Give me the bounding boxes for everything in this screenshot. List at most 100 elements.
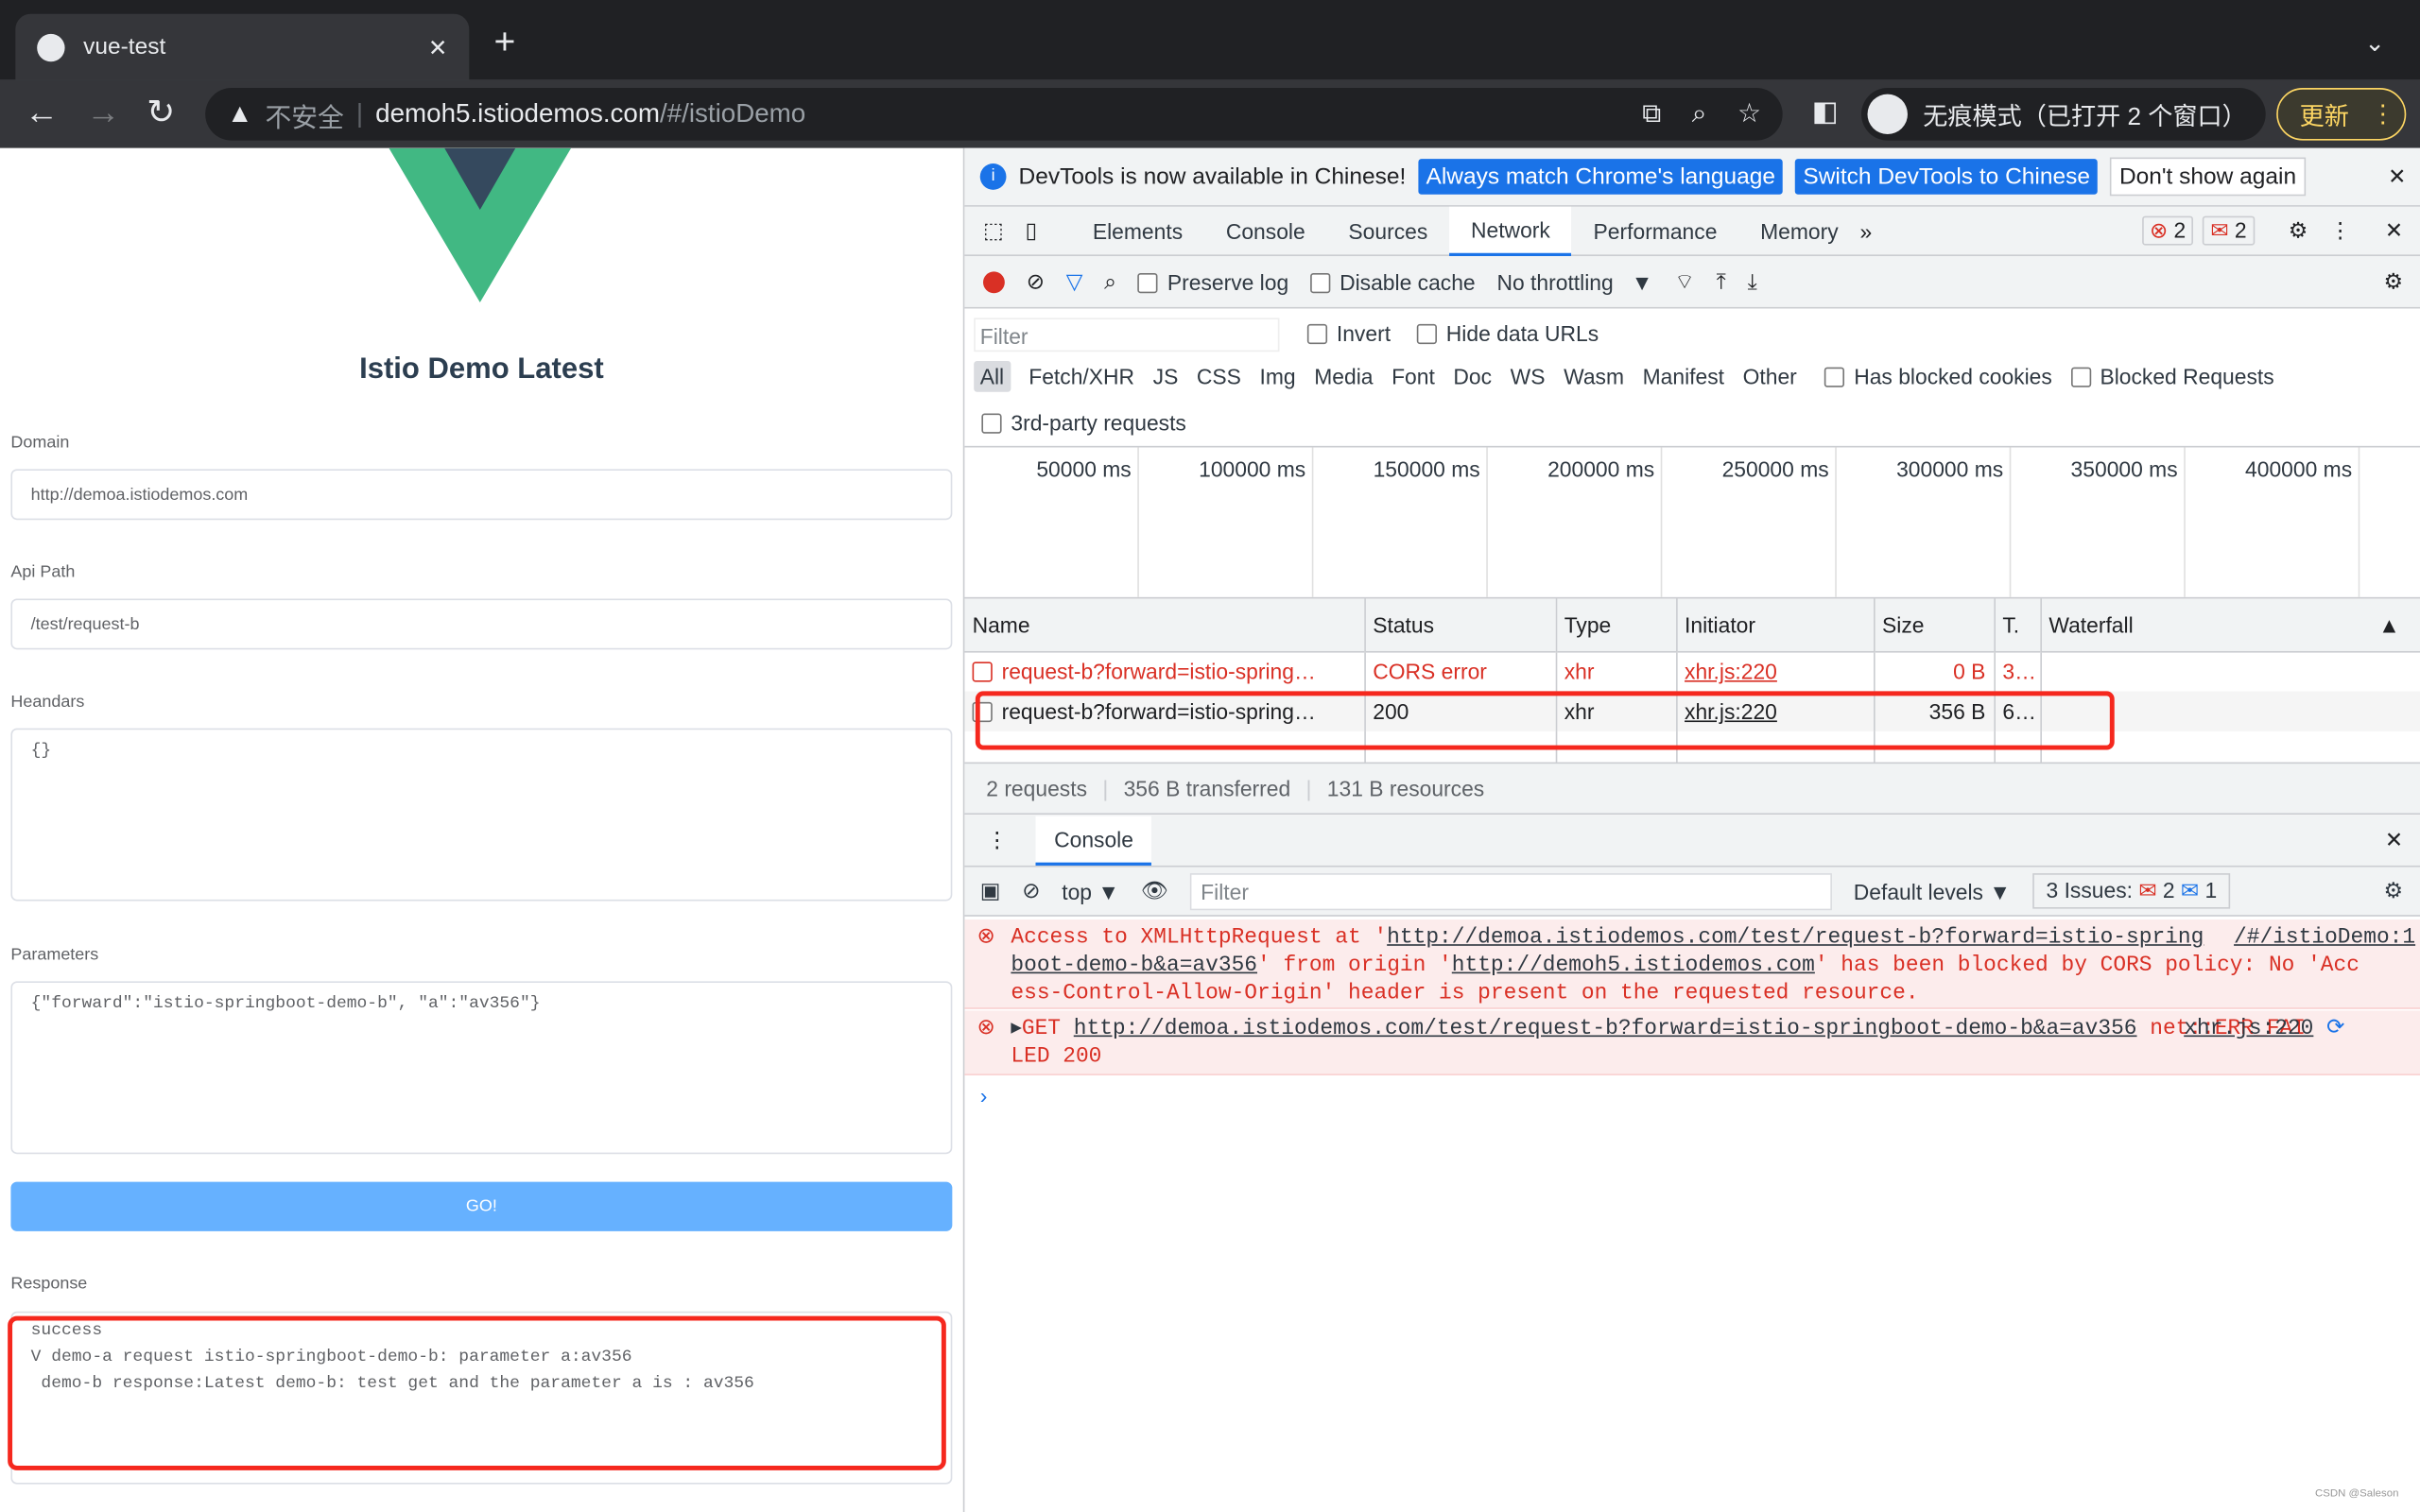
address-bar[interactable]: ▲ 不安全 | demoh5.istiodemos.com /#/istioDe… (205, 88, 1783, 141)
origin-link[interactable]: http://demoh5.istiodemos.com (1452, 954, 1815, 978)
clear-console-icon[interactable]: ⊘ (1022, 878, 1040, 904)
drawer-tab-console[interactable]: Console (1035, 815, 1152, 866)
invert-checkbox[interactable]: Invert (1306, 321, 1391, 346)
type-ws[interactable]: WS (1511, 364, 1546, 388)
column-name[interactable]: Name (964, 598, 1366, 651)
timeline-tick: 50000 ms (964, 447, 1139, 597)
forward-icon[interactable]: → (86, 93, 120, 132)
close-tab-icon[interactable]: ✕ (428, 33, 448, 61)
star-icon[interactable]: ☆ (1737, 98, 1761, 129)
new-tab-icon[interactable]: + (493, 22, 515, 65)
type-doc[interactable]: Doc (1453, 364, 1492, 388)
translate-icon[interactable]: ⧉ (1642, 98, 1661, 129)
more-icon: ⋮ (2370, 101, 2395, 129)
context-select[interactable]: top ▼ (1062, 879, 1119, 903)
close-banner-icon[interactable]: ✕ (2388, 163, 2406, 190)
type-all[interactable]: All (974, 361, 1011, 392)
issue-count[interactable]: ✉ 2 (2203, 215, 2255, 246)
dont-show-button[interactable]: Don't show again (2110, 157, 2306, 197)
device-icon[interactable]: ▯ (1025, 217, 1037, 244)
domain-input[interactable]: http://demoa.istiodemos.com (10, 469, 953, 521)
network-settings-icon[interactable]: ⚙ (2384, 268, 2404, 295)
tab-network[interactable]: Network (1449, 205, 1572, 256)
type-css[interactable]: CSS (1197, 364, 1241, 388)
issues-button[interactable]: 3 Issues: ✉ 2 ✉ 1 (2031, 873, 2231, 909)
preserve-log-checkbox[interactable]: Preserve log (1137, 269, 1288, 294)
tab-memory[interactable]: Memory (1738, 218, 1859, 243)
headers-textarea[interactable]: {} (10, 728, 953, 902)
tab-console[interactable]: Console (1204, 218, 1327, 243)
console-filter-input[interactable]: Filter (1189, 872, 1832, 910)
type-js[interactable]: JS (1153, 364, 1179, 388)
error-count[interactable]: ⊗ 2 (2141, 215, 2194, 246)
type-img[interactable]: Img (1260, 364, 1296, 388)
blocked-requests-checkbox[interactable]: Blocked Requests (2070, 364, 2274, 388)
expand-arrow-icon[interactable]: ▸ (1011, 1017, 1021, 1041)
disable-cache-checkbox[interactable]: Disable cache (1310, 269, 1476, 294)
throttling-select[interactable]: No throttling ▼ (1496, 269, 1652, 294)
type-media[interactable]: Media (1314, 364, 1373, 388)
update-button[interactable]: 更新 ⋮ (2276, 88, 2407, 141)
network-conditions-icon[interactable]: ⌔ (1674, 267, 1695, 295)
inspect-icon[interactable]: ⬚ (983, 217, 1004, 244)
drawer-menu-icon[interactable]: ⋮ (986, 827, 1008, 853)
tab-search-icon[interactable]: ⌄ (2364, 27, 2385, 59)
export-icon[interactable]: ⤓ (1748, 268, 1757, 295)
type-wasm[interactable]: Wasm (1564, 364, 1624, 388)
filter-input[interactable]: Filter (974, 318, 1280, 352)
url-host: demoh5.istiodemos.com (375, 98, 660, 129)
record-icon[interactable] (982, 270, 1005, 293)
column-size[interactable]: Size (1874, 598, 1996, 651)
column-status[interactable]: Status (1364, 598, 1557, 651)
live-expression-icon[interactable]: 👁 (1141, 878, 1168, 904)
request-url-link[interactable]: http://demoa.istiodemos.com/test/request… (1074, 1017, 2137, 1041)
type-manifest[interactable]: Manifest (1643, 364, 1724, 388)
close-devtools-icon[interactable]: ✕ (2385, 217, 2403, 244)
switch-chinese-button[interactable]: Switch DevTools to Chinese (1795, 159, 2099, 195)
tab-performance[interactable]: Performance (1572, 218, 1739, 243)
browser-tab[interactable]: vue-test ✕ (15, 13, 470, 80)
parameters-textarea[interactable]: {"forward":"istio-springboot-demo-b", "a… (10, 981, 953, 1155)
console-error-message[interactable]: ⊗ xhr.js:220 ⟳ ▸GET http://demoa.istiode… (964, 1010, 2420, 1075)
initiator-link[interactable]: xhr.js:220 (1685, 660, 1777, 684)
close-drawer-icon[interactable]: ✕ (2385, 827, 2403, 853)
settings-icon[interactable]: ⚙ (2289, 217, 2308, 244)
import-icon[interactable]: ⤒ (1717, 268, 1726, 295)
column-type[interactable]: Type (1555, 598, 1677, 651)
source-link[interactable]: xhr.js:220 ⟳ (2184, 1015, 2344, 1042)
side-panel-icon[interactable]: ◧ (1812, 95, 1839, 128)
column-waterfall[interactable]: Waterfall ▲ (2040, 598, 2420, 651)
console-prompt-icon[interactable]: › (980, 1083, 988, 1108)
api-path-input[interactable]: /test/request-b (10, 598, 953, 650)
timeline-tick: 400000 ms (2186, 447, 2360, 597)
type-fetch-xhr[interactable]: Fetch/XHR (1028, 364, 1134, 388)
third-party-checkbox[interactable]: 3rd-party requests (981, 410, 1186, 435)
incognito-label: 无痕模式（已打开 2 个窗口） (1923, 105, 2247, 131)
request-row[interactable]: request-b?forward=istio-spring… CORS err… (964, 650, 2420, 692)
source-link[interactable]: /#/istioDemo:1 (2215, 924, 2415, 952)
zoom-icon[interactable]: ⌕ (1692, 98, 1707, 129)
back-icon[interactable]: ← (25, 93, 59, 132)
go-button[interactable]: GO! (10, 1181, 953, 1231)
hide-data-urls-checkbox[interactable]: Hide data URLs (1416, 321, 1599, 346)
type-font[interactable]: Font (1392, 364, 1435, 388)
tab-elements[interactable]: Elements (1071, 218, 1204, 243)
tab-sources[interactable]: Sources (1327, 218, 1450, 243)
search-icon[interactable]: ⌕ (1104, 268, 1116, 295)
menu-icon[interactable]: ⋮ (2329, 217, 2351, 244)
response-label: Response (10, 1274, 88, 1294)
reload-icon[interactable]: ↻ (147, 93, 175, 132)
levels-select[interactable]: Default levels ▼ (1854, 879, 2011, 903)
filter-icon[interactable]: ▽ (1066, 268, 1083, 295)
sidebar-toggle-icon[interactable]: ▣ (980, 878, 1001, 904)
column-initiator[interactable]: Initiator (1676, 598, 1875, 651)
console-settings-icon[interactable]: ⚙ (2384, 878, 2404, 904)
type-other[interactable]: Other (1743, 364, 1797, 388)
clear-icon[interactable]: ⊘ (1027, 268, 1045, 295)
column-time[interactable]: T. (1994, 598, 2042, 651)
timeline-overview[interactable]: 50000 ms 100000 ms 150000 ms 200000 ms 25000… (964, 447, 2420, 599)
more-tabs-icon[interactable]: » (1860, 218, 1873, 243)
blocked-cookies-checkbox[interactable]: Has blocked cookies (1824, 364, 2052, 388)
incognito-indicator[interactable]: 无痕模式（已打开 2 个窗口） (1860, 88, 2266, 141)
match-language-button[interactable]: Always match Chrome's language (1418, 159, 1784, 195)
